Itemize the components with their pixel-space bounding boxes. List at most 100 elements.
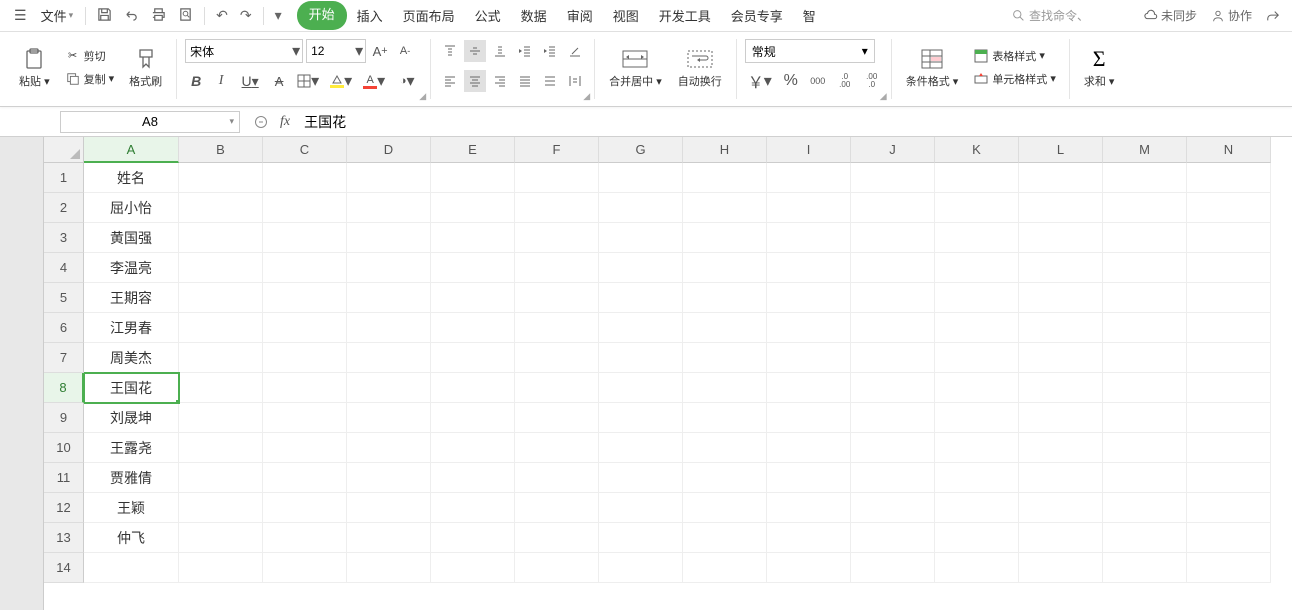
formula-input[interactable] [296,111,1292,133]
redo-arrow-icon[interactable]: ↷ [235,4,257,27]
cell-h1[interactable] [683,163,767,193]
cell-i4[interactable] [767,253,851,283]
cell-k4[interactable] [935,253,1019,283]
cell-a1[interactable]: 姓名 [84,163,179,193]
cell-a4[interactable]: 李温亮 [84,253,179,283]
cell-h6[interactable] [683,313,767,343]
tab-view[interactable]: 视图 [603,1,649,30]
cell-l6[interactable] [1019,313,1103,343]
cell-e1[interactable] [431,163,515,193]
cell-h7[interactable] [683,343,767,373]
cell-l11[interactable] [1019,463,1103,493]
currency-button[interactable]: ￥ ▾ [745,70,775,92]
cell-g11[interactable] [599,463,683,493]
cell-m12[interactable] [1103,493,1187,523]
col-header-d[interactable]: D [347,137,431,163]
cell-a9[interactable]: 刘晟坤 [84,403,179,433]
cell-b3[interactable] [179,223,263,253]
tab-page-layout[interactable]: 页面布局 [393,1,465,30]
cell-k14[interactable] [935,553,1019,583]
cell-h12[interactable] [683,493,767,523]
cell-n1[interactable] [1187,163,1271,193]
col-header-l[interactable]: L [1019,137,1103,163]
collab-button[interactable]: 协作 [1207,5,1256,26]
cell-l8[interactable] [1019,373,1103,403]
cell-c5[interactable] [263,283,347,313]
cell-i8[interactable] [767,373,851,403]
col-header-h[interactable]: H [683,137,767,163]
cell-g10[interactable] [599,433,683,463]
cell-i3[interactable] [767,223,851,253]
cell-n4[interactable] [1187,253,1271,283]
cell-c3[interactable] [263,223,347,253]
cell-h2[interactable] [683,193,767,223]
cell-k3[interactable] [935,223,1019,253]
cell-c7[interactable] [263,343,347,373]
cell-l2[interactable] [1019,193,1103,223]
cell-i1[interactable] [767,163,851,193]
cell-d14[interactable] [347,553,431,583]
border-icon[interactable]: ▾ [293,70,323,92]
cell-d5[interactable] [347,283,431,313]
cell-k2[interactable] [935,193,1019,223]
cell-d10[interactable] [347,433,431,463]
align-center-icon[interactable] [464,70,486,92]
phonetic-icon[interactable]: ◑ ▾ [392,70,422,92]
tab-data[interactable]: 数据 [511,1,557,30]
cell-f9[interactable] [515,403,599,433]
cell-j1[interactable] [851,163,935,193]
cell-a12[interactable]: 王颖 [84,493,179,523]
cell-f2[interactable] [515,193,599,223]
row-header-10[interactable]: 10 [44,433,84,463]
cell-f11[interactable] [515,463,599,493]
col-header-g[interactable]: G [599,137,683,163]
cell-g6[interactable] [599,313,683,343]
row-header-4[interactable]: 4 [44,253,84,283]
cell-b4[interactable] [179,253,263,283]
row-header-5[interactable]: 5 [44,283,84,313]
cell-d2[interactable] [347,193,431,223]
cell-a5[interactable]: 王期容 [84,283,179,313]
cell-j11[interactable] [851,463,935,493]
cell-k6[interactable] [935,313,1019,343]
tab-overflow[interactable]: 智 [793,1,826,30]
cell-d4[interactable] [347,253,431,283]
print-icon[interactable] [146,4,171,28]
cell-i6[interactable] [767,313,851,343]
cell-j13[interactable] [851,523,935,553]
bold-icon[interactable]: B [185,70,207,92]
cell-g8[interactable] [599,373,683,403]
cell-c2[interactable] [263,193,347,223]
cell-j10[interactable] [851,433,935,463]
align-right-icon[interactable] [489,70,511,92]
underline-icon[interactable]: U ▾ [235,70,265,92]
copy-button[interactable]: 复制 ▾ [60,68,120,90]
cell-a10[interactable]: 王露尧 [84,433,179,463]
col-header-f[interactable]: F [515,137,599,163]
increase-indent-icon[interactable] [539,40,561,62]
cell-a6[interactable]: 江男春 [84,313,179,343]
cell-i13[interactable] [767,523,851,553]
cell-n9[interactable] [1187,403,1271,433]
orientation-icon[interactable] [564,40,586,62]
cell-l5[interactable] [1019,283,1103,313]
cell-i5[interactable] [767,283,851,313]
decrease-font-icon[interactable]: A- [394,40,416,62]
cell-m13[interactable] [1103,523,1187,553]
cell-g1[interactable] [599,163,683,193]
sync-status[interactable]: 未同步 [1140,5,1201,26]
cell-n3[interactable] [1187,223,1271,253]
tab-developer[interactable]: 开发工具 [649,1,721,30]
align-bottom-icon[interactable] [489,40,511,62]
tab-review[interactable]: 审阅 [557,1,603,30]
number-format-select[interactable]: 常规 ▾ [745,39,875,63]
cell-g2[interactable] [599,193,683,223]
cell-l14[interactable] [1019,553,1103,583]
cell-k12[interactable] [935,493,1019,523]
file-menu[interactable]: 文件 ▾ [35,4,80,27]
font-name-select[interactable] [185,39,303,63]
fill-handle[interactable] [175,399,179,403]
cell-d12[interactable] [347,493,431,523]
cell-k9[interactable] [935,403,1019,433]
row-header-13[interactable]: 13 [44,523,84,553]
